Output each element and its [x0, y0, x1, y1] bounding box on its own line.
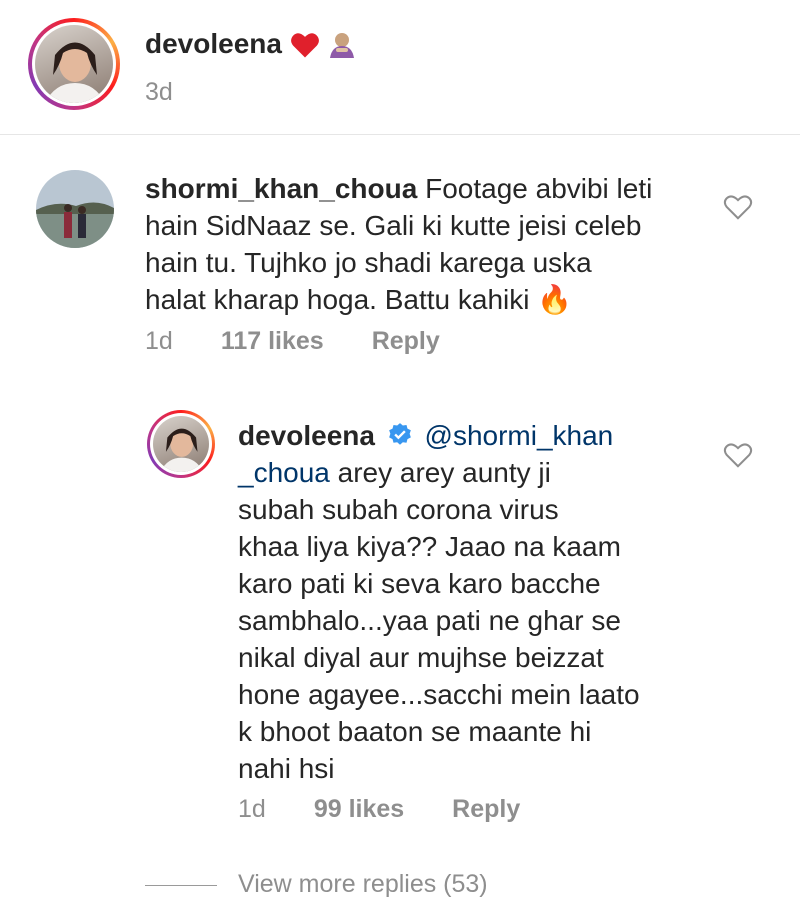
- reply-text-line: k bhoot baaton se maante hi: [238, 716, 592, 747]
- reply-likes[interactable]: 99 likes: [314, 795, 404, 824]
- caption-emojis: [290, 28, 357, 60]
- view-more-replies-button[interactable]: View more replies (53): [238, 870, 488, 899]
- mention-link[interactable]: @shormi_khan: [425, 420, 614, 451]
- profile-photo: [36, 170, 114, 248]
- profile-photo: [45, 42, 105, 103]
- reply-text-line: subah subah corona virus: [238, 494, 559, 525]
- mention-link-cont[interactable]: _choua: [238, 457, 330, 488]
- reply-text-line: nikal diyal aur mujhse beizzat: [238, 642, 604, 673]
- comment-text-line: halat kharap hoga. Battu kahiki 🔥: [145, 284, 573, 315]
- reply-text-line: sambhalo...yaa pati ne ghar se: [238, 605, 621, 636]
- comment-username[interactable]: shormi_khan_choua: [145, 173, 417, 204]
- comment-text-line: hain SidNaaz se. Gali ki kutte jeisi cel…: [145, 210, 642, 241]
- comment-body: shormi_khan_choua Footage abvibi leti ha…: [145, 170, 705, 318]
- reply-text-line: arey arey aunty ji: [337, 457, 551, 488]
- section-divider: [0, 134, 800, 135]
- comment-likes[interactable]: 117 likes: [221, 327, 324, 356]
- caption-avatar[interactable]: [28, 18, 120, 110]
- reply-body: devoleena @shormi_khan _choua arey arey …: [238, 417, 708, 787]
- replies-divider-line: [145, 885, 217, 886]
- caption-timestamp: 3d: [145, 78, 173, 106]
- reply-timestamp: 1d: [238, 795, 266, 823]
- reply-username[interactable]: devoleena: [238, 420, 375, 451]
- reply-text-line: nahi hsi: [238, 753, 335, 784]
- reply-button[interactable]: Reply: [452, 795, 520, 824]
- caption-username[interactable]: devoleena: [145, 28, 282, 60]
- reply-text-line: karo pati ki seva karo bacche: [238, 568, 601, 599]
- bowing-emoji: [330, 33, 355, 59]
- heart-outline-icon[interactable]: [723, 441, 753, 469]
- reply-text-line: khaa liya kiya?? Jaao na kaam: [238, 531, 621, 562]
- heart-emoji: [291, 33, 319, 58]
- reply-button[interactable]: Reply: [372, 327, 440, 356]
- verified-badge-icon: [388, 423, 411, 445]
- comment-text-line: Footage abvibi leti: [425, 173, 653, 204]
- comment-avatar[interactable]: [36, 170, 114, 248]
- profile-photo: [160, 428, 204, 472]
- comment-timestamp: 1d: [145, 327, 173, 355]
- reply-text-line: hone agayee...sacchi mein laato: [238, 679, 640, 710]
- reply-avatar[interactable]: [147, 410, 215, 478]
- comment-text-line: hain tu. Tujhko jo shadi karega uska: [145, 247, 592, 278]
- heart-outline-icon[interactable]: [723, 193, 753, 221]
